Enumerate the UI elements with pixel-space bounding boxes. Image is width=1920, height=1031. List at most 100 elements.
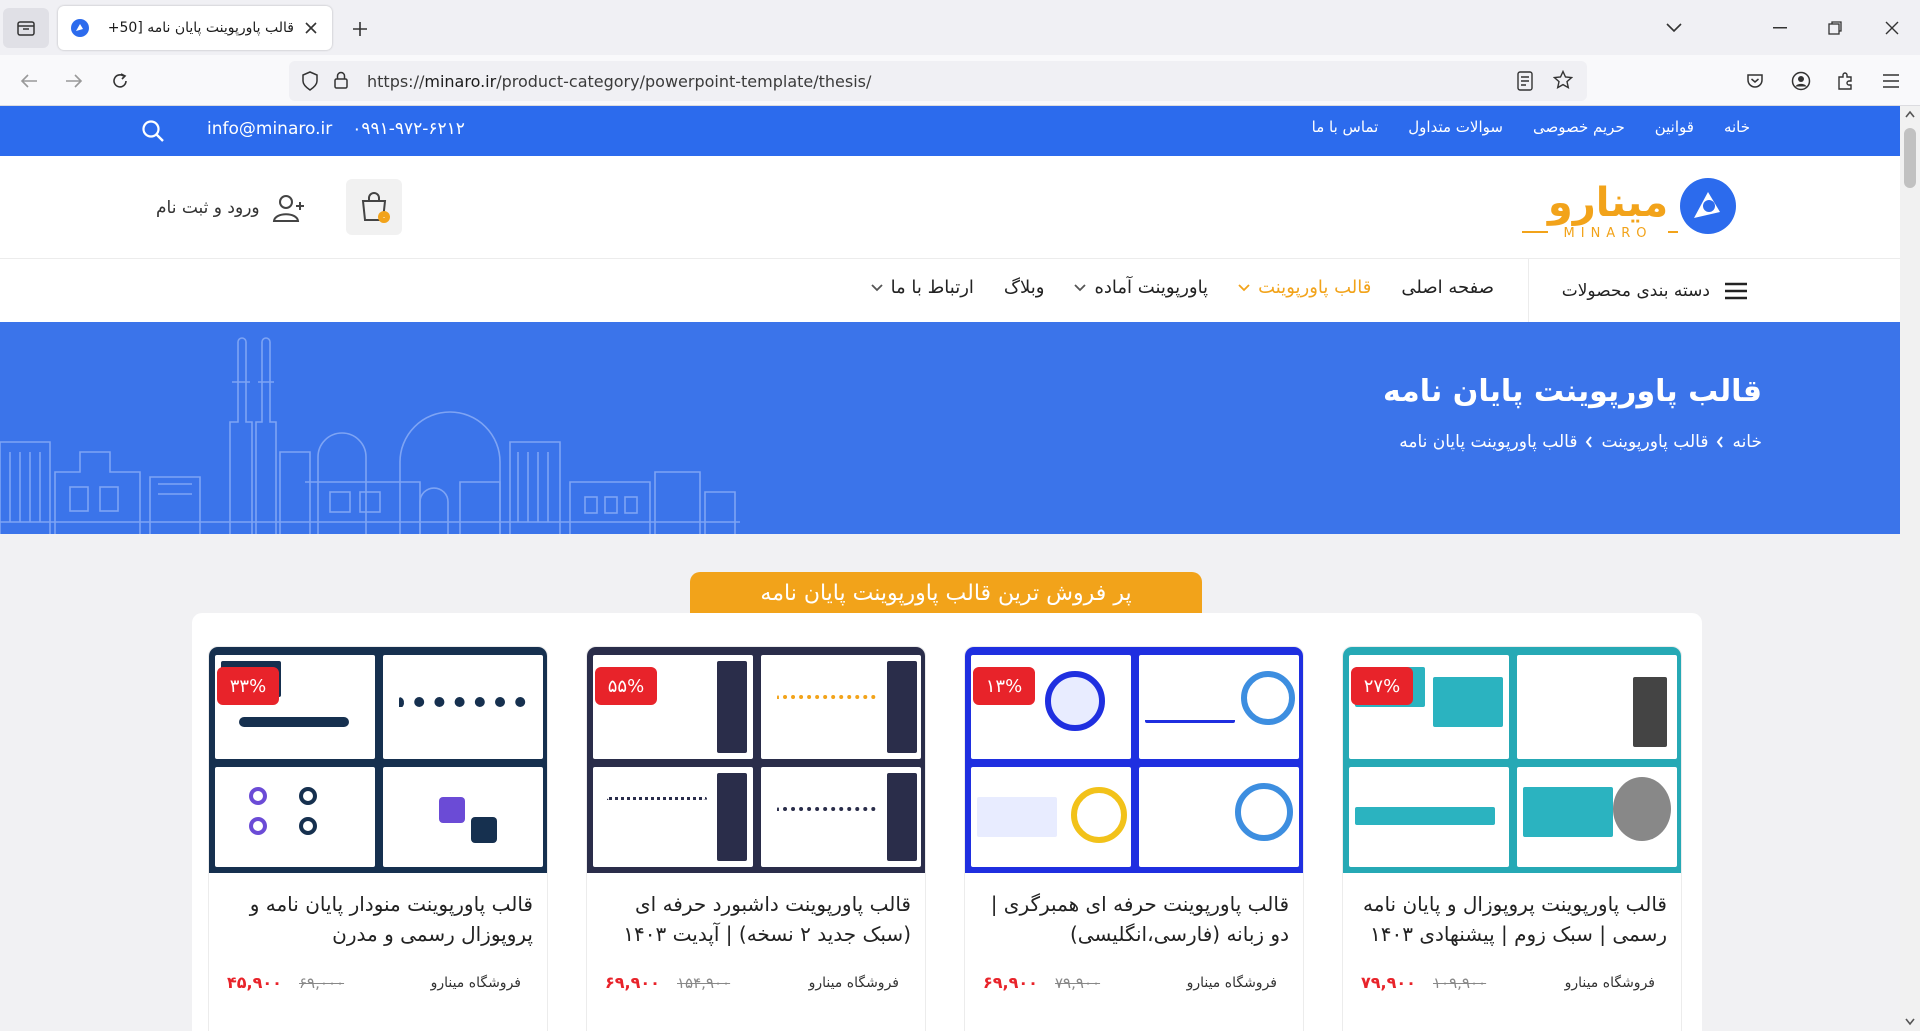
shopping-bag-icon: ۰ — [361, 192, 390, 223]
reader-view-icon[interactable] — [1517, 71, 1533, 91]
nav-item-contact[interactable]: ارتباط با ما — [870, 277, 974, 298]
hamburger-icon — [1725, 282, 1747, 299]
extensions-button[interactable] — [1829, 64, 1863, 98]
breadcrumb-templates[interactable]: قالب پاورپوینت — [1601, 432, 1708, 452]
sale-price: ۴۵,۹۰۰ — [227, 973, 282, 992]
shield-icon[interactable] — [301, 71, 319, 91]
arrow-right-icon — [66, 74, 83, 88]
top-link-contact[interactable]: تماس با ما — [1312, 118, 1379, 136]
sale-price: ۶۹,۹۰۰ — [605, 973, 660, 992]
top-link-faq[interactable]: سوالات متداول — [1408, 118, 1503, 136]
active-tab[interactable]: قالب پاورپوینت پایان نامه [50+ — [58, 6, 332, 50]
browser-tabbar: قالب پاورپوینت پایان نامه [50+ — [0, 0, 1920, 55]
page-scrollbar[interactable] — [1900, 106, 1920, 1031]
hamburger-icon — [1883, 74, 1899, 88]
browser-navbar: https://minaro.ir/product-category/power… — [0, 55, 1920, 106]
account-button[interactable] — [1784, 64, 1818, 98]
site-header: مینارو MINARO ۰ ورود و ثبت نام — [0, 156, 1900, 259]
address-bar[interactable]: https://minaro.ir/product-category/power… — [289, 61, 1587, 101]
discount-badge: ۳۳% — [217, 667, 279, 705]
list-all-tabs-button[interactable] — [1654, 10, 1694, 46]
new-tab-button[interactable] — [344, 13, 376, 45]
categories-button[interactable]: دسته بندی محصولات — [1528, 259, 1748, 322]
product-thumbnail[interactable]: ۳۳% — [209, 647, 547, 873]
product-card[interactable]: ۲۷% قالب پاورپوینت پروپوزال و پایان نامه… — [1342, 646, 1682, 1031]
scroll-down-icon[interactable] — [1905, 1018, 1915, 1026]
scrollbar-thumb[interactable] — [1904, 128, 1916, 188]
chevron-down-icon — [870, 283, 883, 291]
nav-item-templates[interactable]: قالب پاورپوینت — [1238, 277, 1371, 298]
forward-button[interactable] — [57, 64, 91, 98]
nav-item-blog[interactable]: وبلاگ — [1004, 277, 1045, 298]
sale-price: ۷۹,۹۰۰ — [1361, 973, 1416, 992]
user-icon — [272, 195, 304, 222]
tab-list-button[interactable] — [3, 8, 49, 48]
product-title[interactable]: قالب پاورپوینت پروپوزال و پایان نامه رسم… — [1351, 889, 1667, 949]
url-text: https://minaro.ir/product-category/power… — [367, 72, 871, 91]
bookmark-star-icon[interactable] — [1553, 70, 1573, 90]
old-price: ۱۰۹,۹۰۰ — [1433, 974, 1487, 992]
account-icon — [1791, 71, 1811, 91]
tab-close-icon[interactable] — [302, 19, 320, 37]
site-logo[interactable]: مینارو MINARO — [1518, 174, 1738, 244]
main-navigation: دسته بندی محصولات صفحه اصلی قالب پاورپوی… — [0, 259, 1900, 322]
pocket-button[interactable] — [1738, 64, 1772, 98]
puzzle-icon — [1838, 72, 1852, 90]
reload-button[interactable] — [103, 64, 137, 98]
page-title: قالب پاورپوینت پایان نامه — [1382, 374, 1762, 409]
cart-count: ۰ — [382, 213, 386, 222]
restore-button[interactable] — [1815, 10, 1855, 46]
product-seller: فروشگاه مینارو — [1186, 975, 1277, 991]
scroll-up-icon[interactable] — [1905, 110, 1915, 118]
nav-item-label: ارتباط با ما — [890, 277, 974, 298]
nav-item-ready-powerpoint[interactable]: پاورپوینت آماده — [1074, 277, 1208, 298]
product-thumbnail[interactable]: ۱۳% — [965, 647, 1303, 873]
logo-subtitle: MINARO — [1564, 226, 1653, 241]
restore-icon — [1828, 21, 1842, 35]
city-skyline-illustration — [0, 337, 740, 534]
url-path: /product-category/powerpoint-template/th… — [496, 72, 872, 91]
close-icon — [1885, 21, 1899, 35]
logo-wordmark: مینارو — [1546, 180, 1668, 226]
product-title[interactable]: قالب پاورپوینت منودار پایان نامه و پروپو… — [217, 889, 533, 949]
sale-price: ۶۹,۹۰۰ — [983, 973, 1038, 992]
plus-icon — [353, 22, 367, 36]
top-info-bar: خانه قوانین حریم خصوصی سوالات متداول تما… — [0, 106, 1900, 156]
product-card[interactable]: ۱۳% قالب پاورپوینت حرفه ای همبرگری | دو … — [964, 646, 1304, 1031]
nav-item-label: قالب پاورپوینت — [1258, 277, 1372, 298]
back-button[interactable] — [12, 64, 46, 98]
minaro-favicon-icon — [71, 19, 89, 37]
product-seller: فروشگاه مینارو — [1564, 975, 1655, 991]
product-card[interactable]: ۵۵% قالب پاورپوینت داشبورد حرفه ای (سبک … — [586, 646, 926, 1031]
tab-title: قالب پاورپوینت پایان نامه [50+ — [107, 20, 294, 36]
product-thumbnail[interactable]: ۲۷% — [1343, 647, 1681, 873]
cart-button[interactable]: ۰ — [346, 179, 402, 235]
nav-item-label: پاورپوینت آماده — [1094, 277, 1209, 298]
email-text: info@minaro.ir — [207, 119, 333, 139]
product-thumbnail[interactable]: ۵۵% — [587, 647, 925, 873]
top-link-home[interactable]: خانه — [1724, 118, 1750, 136]
minimize-button[interactable] — [1760, 10, 1800, 46]
product-card[interactable]: ۳۳% قالب پاورپوینت منودار پایان نامه و پ… — [208, 646, 548, 1031]
page-viewport: خانه قوانین حریم خصوصی سوالات متداول تما… — [0, 106, 1900, 1031]
search-icon[interactable] — [140, 118, 166, 144]
chevron-left-icon — [1586, 436, 1593, 448]
product-title[interactable]: قالب پاورپوینت داشبورد حرفه ای (سبک جدید… — [595, 889, 911, 949]
minimize-icon — [1773, 27, 1787, 29]
app-menu-button[interactable] — [1874, 64, 1908, 98]
top-links: خانه قوانین حریم خصوصی سوالات متداول تما… — [1312, 118, 1750, 136]
category-hero: قالب پاورپوینت پایان نامه خانه قالب پاور… — [0, 322, 1900, 534]
top-link-privacy[interactable]: حریم خصوصی — [1533, 118, 1625, 136]
top-link-rules[interactable]: قوانین — [1655, 118, 1694, 136]
best-sellers-heading: پر فروش ترین قالب پاورپوینت پایان نامه — [690, 572, 1202, 614]
nav-item-home[interactable]: صفحه اصلی — [1401, 277, 1494, 298]
product-title[interactable]: قالب پاورپوینت حرفه ای همبرگری | دو زبان… — [973, 889, 1289, 949]
url-domain: minaro.ir — [424, 72, 497, 91]
contact-info: info@minaro.ir ۰۹۹۱-۹۷۲-۶۲۱۲ — [207, 119, 465, 139]
lock-icon[interactable] — [333, 70, 349, 90]
nav-item-label: صفحه اصلی — [1401, 277, 1494, 298]
breadcrumb-current: قالب پاورپوینت پایان نامه — [1399, 432, 1578, 452]
breadcrumb-home[interactable]: خانه — [1732, 432, 1762, 452]
close-window-button[interactable] — [1872, 10, 1912, 46]
login-register-link[interactable]: ورود و ثبت نام — [156, 193, 306, 223]
